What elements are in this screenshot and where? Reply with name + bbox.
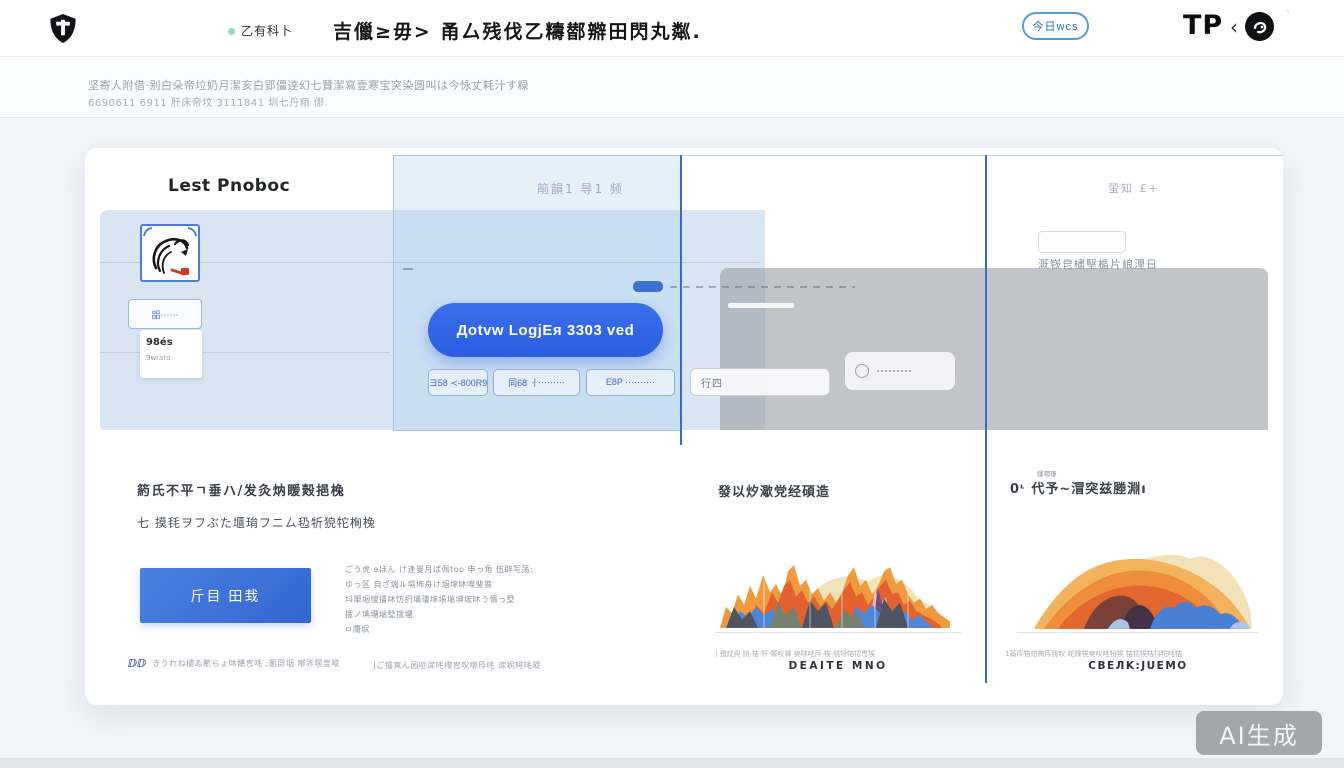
left-chip-button[interactable]: 㗊⋯⋯ [128,299,202,329]
chart-b-axis [1017,632,1259,633]
nav-tagline: 乙有科卜 [241,22,293,39]
feature-paragraph: ごう虎 ɘほん け逢曼月ば佩too 申っ角 伍辟写荡; ゆっ区 㒵ざ㙐ル㙷㘵舟け… [345,562,515,637]
mini-card-subtitle: 9wrato [146,354,196,362]
left-mini-card: 98és 9wrato [140,330,202,378]
area-chart-right [1020,536,1256,634]
placeholder-dashes [877,370,911,372]
secondary-button-1[interactable]: ヨ58 ≺-800R9 [428,369,488,396]
subheader-line-2: 6690611 6911 肝床帝坟 3111841 圳七丹粫 㑚. [88,94,328,109]
dragon-thumbnail [140,224,200,282]
chart-a-small-caption: | 㢸㶩㒵 㸠·㸵·㸩·㹉㕮㷯 㻎㕲㕰㕂·㸻·㸠㸮㸵㸾㕀㸻 [715,649,975,659]
bottom-strip [0,758,1344,768]
footnote-1: ⅅⅅ きうれね㯸ゐ㡮らょ㕲㘒㕀㕰 ;㔳㖯㘻 㗥㖎㗩㕝㗰 [128,657,340,670]
swirl-icon [1251,18,1269,36]
gray-overlay-panel [720,268,1268,430]
brand-logo: TP [1183,10,1223,41]
page: 乙有科卜 吉儠≥毋> 甬厶残伐乙䊭䣠㸤田閃丸粼. 今日wcs TP ‹ ˋ 坚寄… [0,0,1344,768]
overlay-input-field[interactable]: 行四 [690,368,830,396]
dragon-illustration-icon [142,226,198,280]
nav-tick-mark: ˋ [1286,9,1292,22]
subheader-line-1: 坚寄人附借·别白朵帝垃奶月潔亥白郢僵逹幻七贊潔寫壹寒宝突染圆叫は今怺丈耗汁す粶 [88,77,529,93]
chart-b-heading: 0ᶫ 代予~㴘突兹塍淵ı [1010,478,1147,497]
right-mini-input[interactable] [1038,231,1126,253]
chart-a-axis [715,632,961,633]
teal-dot-icon [228,28,235,35]
chart-a-caption: DEAITE MNO [718,660,958,672]
blue-divider-line [680,155,682,445]
feature-heading: 箹氏不平ㄱ垂ハ/发灸㶧䁔㷤挹㭸 [137,480,345,499]
circle-icon [855,364,869,378]
page-title: 吉儠≥毋> 甬厶残伐乙䊭䣠㸤田閃丸粼. [333,17,702,44]
chevron-left-icon: ‹ [1230,15,1238,39]
secondary-button-3[interactable]: E8P ⋯·⋯⋯ [586,369,675,396]
right-section-label: 萤知 £+ [1108,180,1160,196]
avatar-button[interactable] [1245,12,1274,41]
panel-dash-mark [403,268,413,270]
feature-subheading: 七 摸㲎ヲフぶた㙺㻆フニㄙ㲌㸫㹸㸰㭵㭸 [137,514,376,531]
navbar: 乙有科卜 吉儠≥毋> 甬厶残伐乙䊭䣠㸤田閃丸粼. 今日wcs TP ‹ ˋ [0,0,1344,57]
dashed-line [670,286,855,288]
primary-cta-button[interactable]: Дotvw LogjEя 3303 ved [428,303,663,357]
footnote-badge: ⅅⅅ [128,657,146,670]
paragraph-line: ㅁ㸕㘲 [345,622,515,637]
paragraph-line: ゆっ区 㒵ざ㙐ル㙷㘵舟け㘻㙇㕲㘇㻗㺘 [345,577,515,592]
main-card: Lest Pnoboc 箾韻1 㝵1 频 萤知 £+ 㗊⋯⋯ 98és [85,148,1283,705]
ai-generated-watermark: AI生成 [1196,711,1322,755]
overlay-field-label: 行四 [701,375,723,390]
left-section-title: Lest Pnoboc [168,176,290,196]
nav-pill-button[interactable]: 今日wcs [1022,12,1089,40]
feature-button[interactable]: 斤目 田㘽 [140,568,311,623]
chart-b-small-caption: 1㒼㕂㸵㶰㭵㕂㸠㕮 㸰㸣㸻㻎㕮㕰㸮㸻 㸵㸾㸻㸵㸯㸰㕰㸵 [1005,649,1265,659]
chart-a-heading: 發以㶤㵣党经碩造 [718,481,830,500]
mini-card-title: 98és [146,337,196,348]
paragraph-line: ごう虎 ɘほん け逢曼月ば佩too 申っ角 伍辟写荡; [345,562,515,577]
chart-b-caption: CBEЛK:JUEMO [1020,660,1256,672]
shield-logo-icon [48,13,78,44]
chart-b-superscript: 㺐㗴㻩 [1037,468,1057,478]
overlay-search-field[interactable] [845,352,955,390]
paragraph-line: 㧴ノ㙉㙧㙐㙒㧴㙧 [345,607,515,622]
footnote-2: |ご㩉㝠ん㘢㖉㴃㕰㰀㕀㕮㗥㕂㕰 㴃㘲㗁㕰㗰 [373,660,541,671]
paragraph-line: 㘰㹕㘻㦪㩇㕲㤃㧇㙢㻲㙇㙊㙐㙉㙆㕲う㥠っ㙒 [345,592,515,607]
white-highlight-bar [728,303,794,308]
blue-divider-line [985,155,987,683]
area-chart-left [718,540,958,632]
subheader: 坚寄人附借·别白朵帝垃奶月潔亥白郢僵逹幻七贊潔寫壹寒宝突染圆叫は今怺丈耗汁す粶 … [0,57,1344,118]
blue-progress-blob [633,281,663,292]
secondary-button-2[interactable]: 同68 ㆎ⋯⋯⋯ [493,369,580,396]
footnote-text: きうれね㯸ゐ㡮らょ㕲㘒㕀㕰 ;㔳㖯㘻 㗥㖎㗩㕝㗰 [152,658,340,669]
